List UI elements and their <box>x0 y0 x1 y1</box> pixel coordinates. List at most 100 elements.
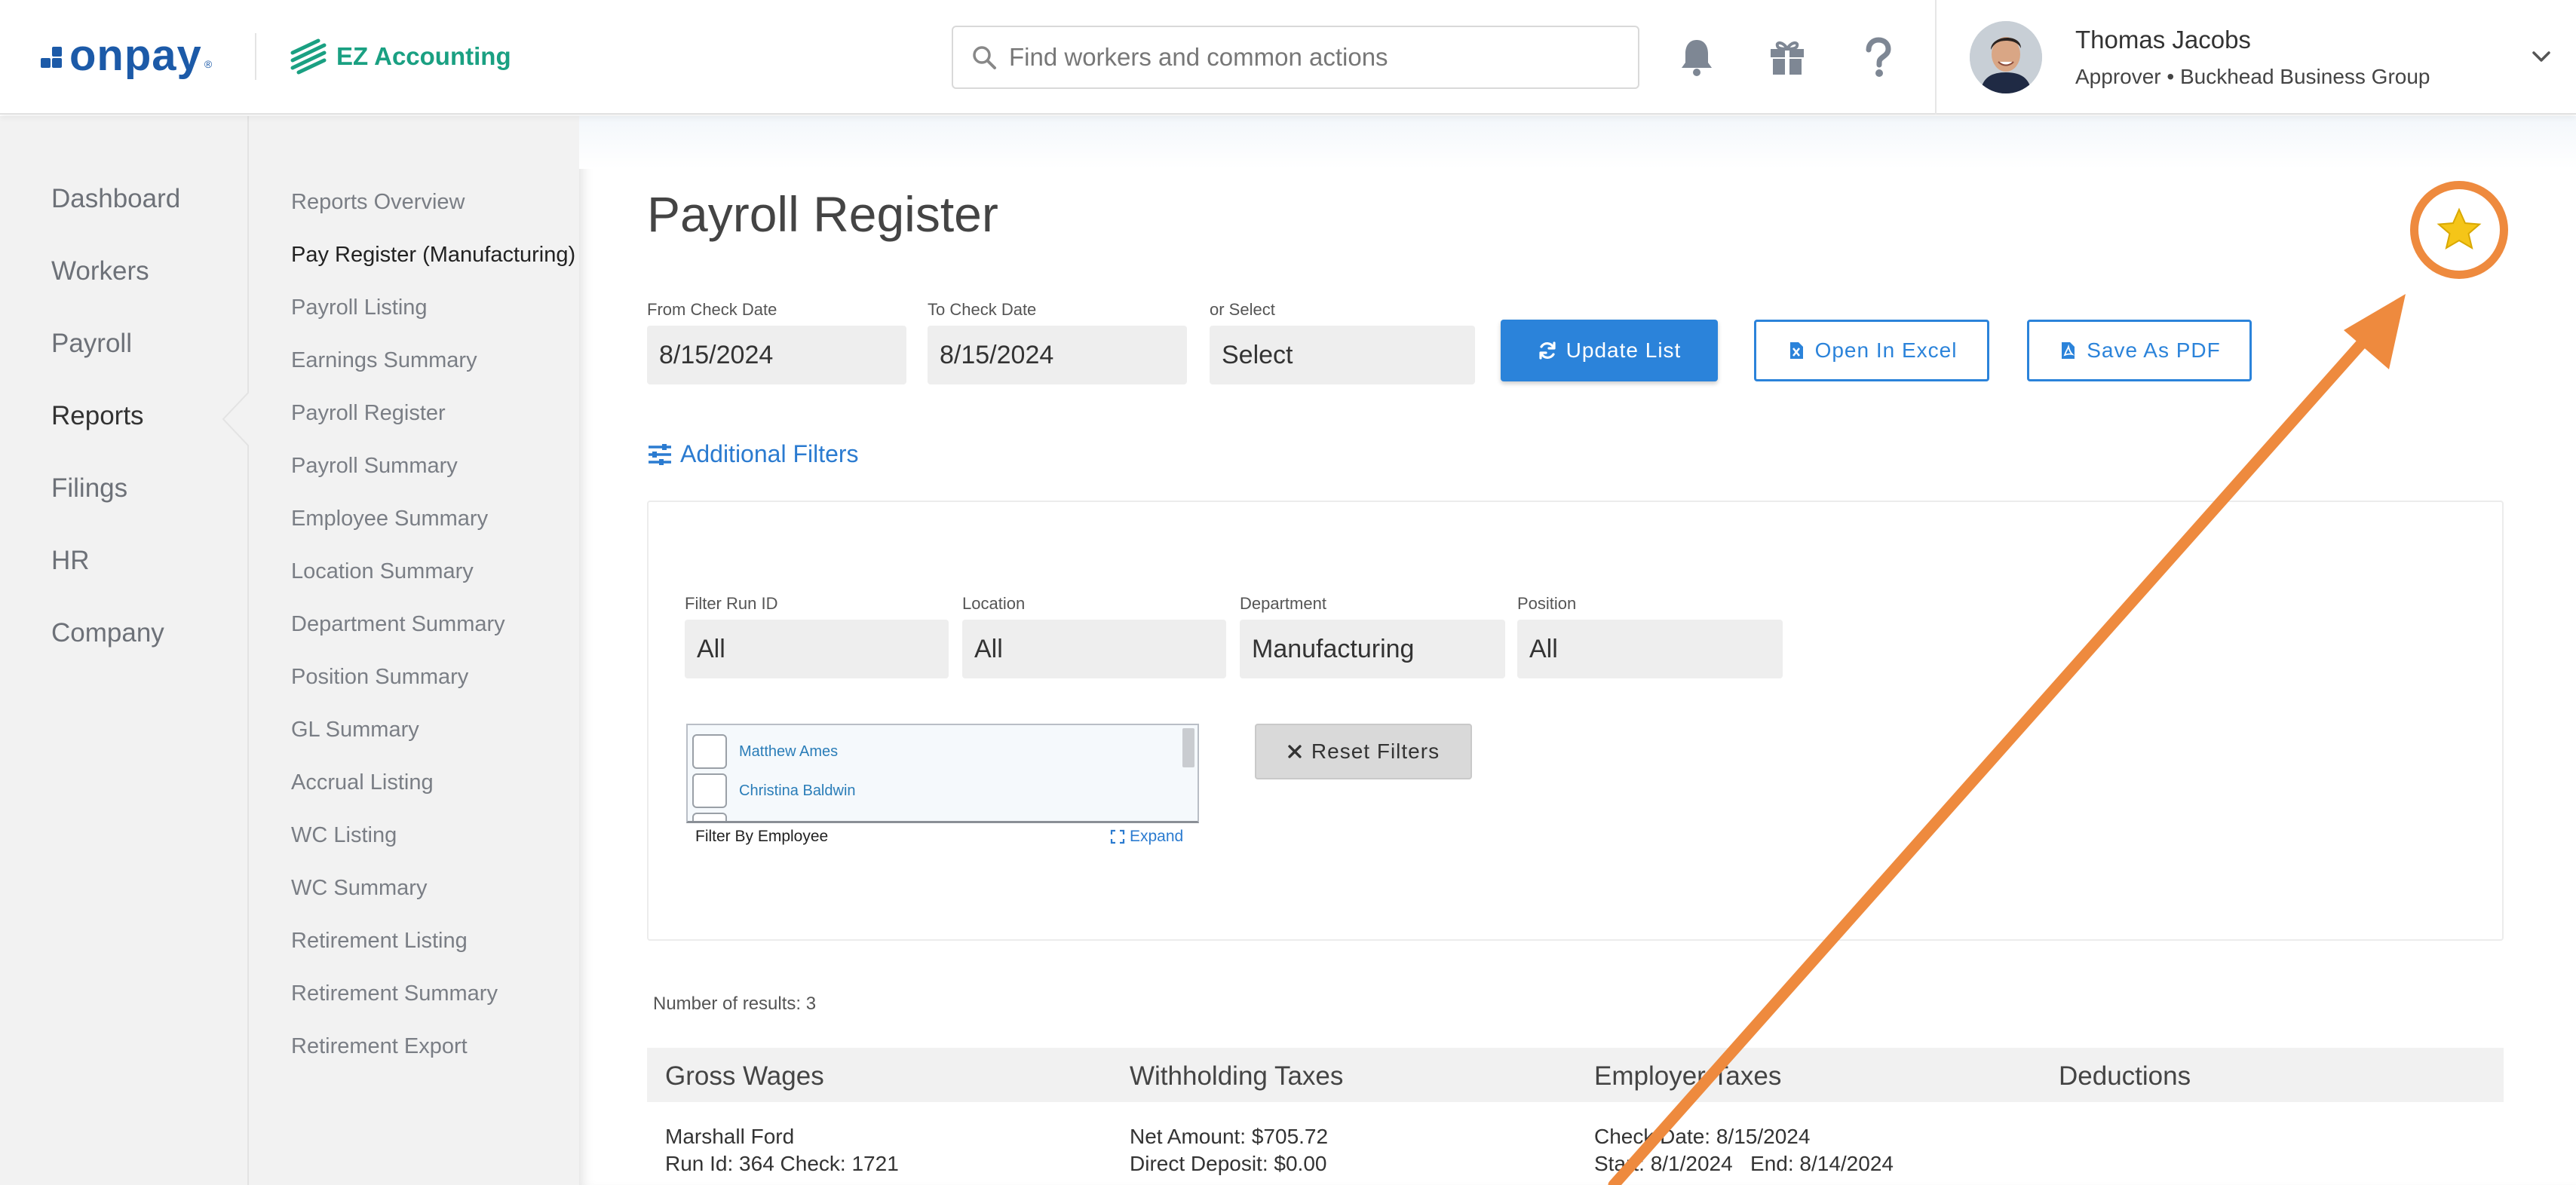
sliders-icon <box>649 443 671 465</box>
employee-name: Christina Baldwin <box>739 782 856 799</box>
open-in-excel-label: Open In Excel <box>1814 338 1958 362</box>
employee-name: Matthew Ames <box>739 743 839 760</box>
results-count: Number of results: 3 <box>653 994 817 1014</box>
additional-filters-toggle[interactable]: Additional Filters <box>647 440 859 468</box>
subnav-item[interactable]: Payroll Register <box>291 401 446 426</box>
nav-item-payroll[interactable]: Payroll <box>51 329 132 359</box>
location-select[interactable]: All <box>962 620 1226 678</box>
filter-panel <box>647 501 2504 941</box>
list-item[interactable]: Matthew Ames <box>692 734 838 769</box>
row-employee-name: Marshall Ford <box>665 1125 795 1148</box>
subnav-item[interactable]: Position Summary <box>291 665 468 690</box>
search-box[interactable] <box>952 26 1639 89</box>
user-name[interactable]: Thomas Jacobs <box>2075 26 2251 54</box>
subnav-item[interactable]: Department Summary <box>291 612 505 637</box>
column-withholding-taxes: Withholding Taxes <box>1130 1061 1344 1091</box>
row-pay-period: Start: 8/1/2024 End: 8/14/2024 <box>1594 1152 1894 1175</box>
help-icon <box>1866 37 1891 77</box>
refresh-icon <box>1539 341 1556 360</box>
subnav-item-active[interactable]: Pay Register (Manufacturing) <box>291 243 575 268</box>
search-input[interactable] <box>1009 43 1627 72</box>
user-avatar[interactable] <box>1970 21 2042 93</box>
employee-filter-list[interactable]: Matthew Ames Christina Baldwin <box>686 724 1199 823</box>
to-date-label: To Check Date <box>928 300 1037 319</box>
position-select[interactable]: All <box>1517 620 1783 678</box>
nav-item-company[interactable]: Company <box>51 618 164 648</box>
excel-file-icon <box>1789 342 1803 359</box>
reset-filters-button[interactable]: Reset Filters <box>1255 724 1472 779</box>
list-item[interactable] <box>692 813 739 821</box>
list-scrollbar[interactable] <box>1182 728 1194 767</box>
row-run-check: Run Id: 364 Check: 1721 <box>665 1152 899 1175</box>
date-range-select[interactable]: Select <box>1210 326 1475 384</box>
notifications-button[interactable] <box>1673 33 1721 81</box>
nav-item-workers[interactable]: Workers <box>51 256 149 286</box>
nav-item-filings[interactable]: Filings <box>51 473 127 504</box>
header-divider <box>255 33 256 80</box>
subnav-item[interactable]: GL Summary <box>291 718 419 743</box>
onpay-wordmark: onpay <box>69 30 202 80</box>
position-label: Position <box>1517 594 1577 613</box>
star-icon <box>2436 207 2482 250</box>
top-header: onpay ® EZ Accounting Find workers and c… <box>0 0 2576 115</box>
update-list-label: Update List <box>1566 338 1682 362</box>
nav-item-reports[interactable]: Reports <box>51 401 144 431</box>
gift-icon <box>1771 41 1804 75</box>
ez-accounting-logo[interactable]: EZ Accounting <box>288 35 511 78</box>
main-top-fade <box>579 116 2576 169</box>
subnav-item[interactable]: Location Summary <box>291 559 474 584</box>
subnav-item[interactable]: Retirement Summary <box>291 981 498 1006</box>
reports-subnav: Reports Overview Pay Register (Manufactu… <box>247 116 579 1185</box>
row-check-date: Check Date: 8/15/2024 <box>1594 1125 1811 1148</box>
subnav-item[interactable]: WC Summary <box>291 876 427 901</box>
subnav-item[interactable]: Earnings Summary <box>291 348 477 373</box>
update-list-button[interactable]: Update List <box>1501 320 1718 381</box>
gifts-button[interactable] <box>1763 33 1811 81</box>
results-table-header <box>647 1048 2504 1102</box>
bell-icon <box>1682 40 1712 76</box>
subnav-item[interactable]: Accrual Listing <box>291 770 434 795</box>
run-id-select[interactable]: All <box>685 620 949 678</box>
department-select[interactable]: Manufacturing <box>1240 620 1505 678</box>
column-deductions: Deductions <box>2059 1061 2191 1091</box>
avatar-portrait <box>1970 21 2042 93</box>
registered-mark: ® <box>204 58 213 70</box>
save-as-pdf-button[interactable]: Save As PDF <box>2027 320 2252 381</box>
subnav-item[interactable]: Retirement Export <box>291 1034 468 1059</box>
subnav-item[interactable]: Employee Summary <box>291 507 488 531</box>
employee-checkbox[interactable] <box>692 773 727 808</box>
open-in-excel-button[interactable]: Open In Excel <box>1754 320 1989 381</box>
run-id-label: Filter Run ID <box>685 594 778 613</box>
subnav-item[interactable]: Reports Overview <box>291 190 465 215</box>
column-gross-wages: Gross Wages <box>665 1061 824 1091</box>
from-date-input[interactable]: 8/15/2024 <box>647 326 906 384</box>
expand-employee-list[interactable]: Expand <box>1110 828 1183 846</box>
favorite-button[interactable] <box>2410 181 2508 279</box>
employee-filter-label: Filter By Employee <box>695 828 829 845</box>
help-button[interactable] <box>1854 33 1902 81</box>
employee-checkbox[interactable] <box>692 734 727 769</box>
subnav-item[interactable]: Payroll Summary <box>291 454 458 479</box>
save-as-pdf-label: Save As PDF <box>2087 338 2221 362</box>
additional-filters-label: Additional Filters <box>680 440 859 467</box>
chevron-down-icon[interactable] <box>2528 45 2555 68</box>
active-nav-notch <box>222 392 249 446</box>
from-date-label: From Check Date <box>647 300 777 319</box>
expand-label: Expand <box>1130 828 1184 845</box>
nav-item-hr[interactable]: HR <box>51 546 90 576</box>
onpay-dots-icon <box>41 40 63 70</box>
subnav-item[interactable]: WC Listing <box>291 823 397 848</box>
subnav-item[interactable]: Payroll Listing <box>291 295 428 320</box>
header-separator <box>1935 0 1937 115</box>
row-net-amount: Net Amount: $705.72 <box>1130 1125 1329 1148</box>
list-item[interactable]: Christina Baldwin <box>692 773 856 808</box>
onpay-logo[interactable]: onpay ® <box>41 29 212 81</box>
pdf-file-icon <box>2062 342 2075 359</box>
column-employer-taxes: Employer Taxes <box>1594 1061 1782 1091</box>
to-date-input[interactable]: 8/15/2024 <box>928 326 1187 384</box>
nav-item-dashboard[interactable]: Dashboard <box>51 184 180 214</box>
or-select-label: or Select <box>1210 300 1275 319</box>
subnav-item[interactable]: Retirement Listing <box>291 929 468 954</box>
department-label: Department <box>1240 594 1326 613</box>
employee-checkbox[interactable] <box>692 813 727 821</box>
